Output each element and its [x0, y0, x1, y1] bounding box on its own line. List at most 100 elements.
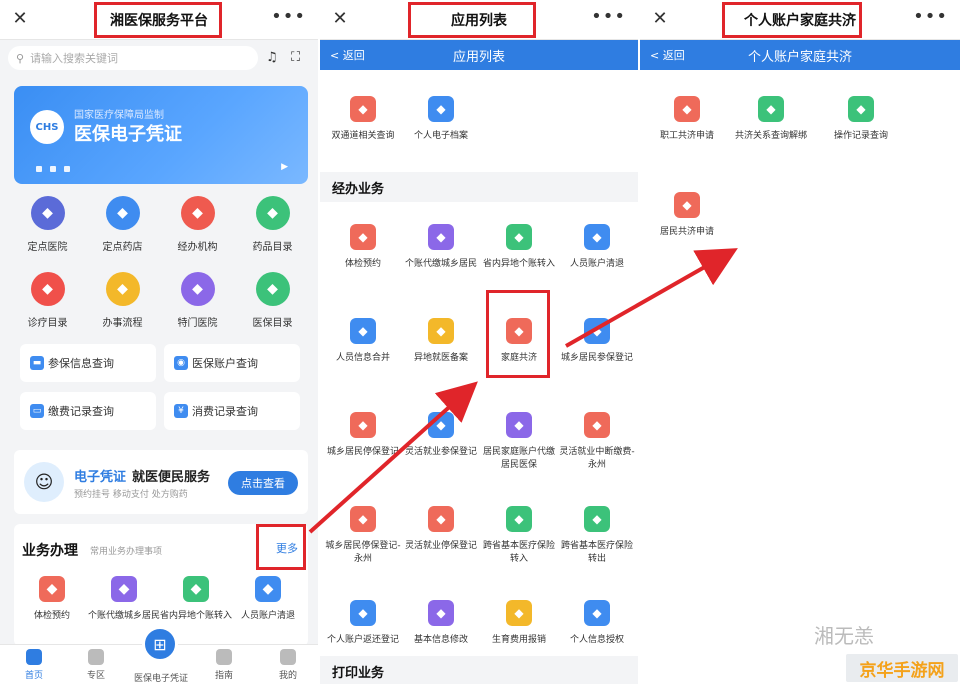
- app-label: 基本信息修改: [413, 635, 468, 645]
- nav-mine[interactable]: 我的: [258, 649, 318, 681]
- app-label: 个账代缴城乡居民: [404, 259, 477, 269]
- app-icon: ◆: [584, 600, 610, 626]
- nav-guide[interactable]: 指南: [194, 649, 254, 681]
- close-icon[interactable]: ✕: [10, 8, 30, 29]
- function-tile[interactable]: ◆ 共济关系查询解绑: [732, 76, 810, 166]
- quick-button-payment-records[interactable]: ▭ 缴费记录查询: [20, 392, 156, 430]
- view-button[interactable]: 点击查看: [228, 471, 298, 495]
- business-item-icon: ◆: [255, 576, 281, 602]
- business-item[interactable]: ◆ 体检预约: [16, 576, 88, 636]
- app-tile[interactable]: ◆ 省内异地个账转入: [480, 204, 558, 294]
- nav-bar: < 返回 应用列表: [320, 40, 638, 70]
- nav-e-voucher[interactable]: 医保电子凭证: [124, 671, 198, 684]
- search-input[interactable]: ⚲ 请输入搜索关键词: [8, 46, 258, 70]
- service-item[interactable]: ◆ 经办机构: [160, 196, 235, 262]
- service-item-label: 特门医院: [177, 318, 218, 329]
- close-icon[interactable]: ✕: [330, 8, 350, 29]
- special-hospital-icon: ◆: [180, 272, 215, 306]
- back-button[interactable]: < 返回: [650, 47, 685, 63]
- business-item[interactable]: ◆ 个账代缴城乡居民: [88, 576, 160, 636]
- bell-icon[interactable]: ♫: [266, 50, 278, 65]
- app-label: 城乡居民参保登记: [560, 353, 633, 363]
- service-item[interactable]: ◆ 特门医院: [160, 272, 235, 338]
- scan-icon[interactable]: ⛶: [291, 50, 300, 65]
- service-item[interactable]: ◆ 医保目录: [235, 272, 310, 338]
- app-tile[interactable]: ◆ 体检预约: [324, 204, 402, 294]
- app-label: 职工共济申请: [659, 131, 714, 141]
- quick-button-consumption-records[interactable]: ¥ 消费记录查询: [164, 392, 300, 430]
- highlight-title-1: [94, 2, 222, 38]
- app-tile[interactable]: ◆ 个账代缴城乡居民: [402, 204, 480, 294]
- service-grid: ◆ 定点医院 ◆ 定点药店 ◆ 经办机构 ◆ 药品目录 ◆ 诊疗目录 ◆ 办事流程 ◆ 特门医院 ◆ 医保目录: [10, 196, 310, 338]
- app-tile[interactable]: ◆ 双通道相关查询: [324, 76, 402, 166]
- function-tile[interactable]: ◆ 居民共济申请: [648, 172, 726, 262]
- quick-button-label: 参保信息查询: [48, 357, 114, 370]
- banner-title: 医保电子凭证: [74, 124, 182, 145]
- app-tile[interactable]: ◆ 居民家庭账户代缴居民医保: [480, 392, 558, 482]
- service-item-label: 经办机构: [177, 242, 218, 253]
- close-icon[interactable]: ✕: [650, 8, 670, 29]
- app-label: 跨省基本医疗保险转出: [560, 541, 633, 564]
- app-tile[interactable]: ◆ 灵活就业参保登记: [402, 392, 480, 482]
- app-label: 灵活就业停保登记: [404, 541, 477, 551]
- business-item[interactable]: ◆ 省内异地个账转入: [160, 576, 232, 636]
- zone-icon: [88, 649, 104, 665]
- service-item[interactable]: ◆ 定点医院: [10, 196, 85, 262]
- evc-description: 预约挂号 移动支付 处方购药: [74, 490, 188, 500]
- function-tile[interactable]: ◆ 职工共济申请: [648, 76, 726, 166]
- nav-zone[interactable]: 专区: [66, 649, 126, 681]
- business-item-label: 体检预约: [33, 611, 70, 621]
- app-label: 个人信息授权: [569, 635, 624, 645]
- app-tile[interactable]: ◆ 异地就医备案: [402, 298, 480, 388]
- app-label: 生育费用报销: [491, 635, 546, 645]
- function-tile[interactable]: ◆ 操作记录查询: [822, 76, 900, 166]
- evc-title: 电子凭证 就医便民服务: [74, 470, 211, 485]
- e-voucher-banner[interactable]: CHS 国家医疗保障局监制 医保电子凭证 ▶: [14, 86, 308, 184]
- service-item[interactable]: ◆ 药品目录: [235, 196, 310, 262]
- nav-home[interactable]: 首页: [4, 649, 64, 681]
- quick-button-label: 缴费记录查询: [48, 405, 114, 418]
- app-icon: ◆: [428, 224, 454, 250]
- quick-button-account-query[interactable]: ◉ 医保账户查询: [164, 344, 300, 382]
- service-item[interactable]: ◆ 诊疗目录: [10, 272, 85, 338]
- app-icon: ◆: [428, 412, 454, 438]
- app-tile[interactable]: ◆ 个人电子档案: [402, 76, 480, 166]
- business-item[interactable]: ◆ 人员账户清退: [232, 576, 304, 636]
- app-tile[interactable]: ◆ 跨省基本医疗保险转入: [480, 486, 558, 576]
- quick-button-insurance-info[interactable]: ▬ 参保信息查询: [20, 344, 156, 382]
- more-icon[interactable]: •••: [591, 6, 626, 27]
- nav-title: 个人账户家庭共济: [747, 49, 852, 65]
- app-tile[interactable]: ◆ 灵活就业停保登记: [402, 486, 480, 576]
- app-tile[interactable]: ◆ 灵活就业中断缴费-永州: [558, 392, 636, 482]
- app-label: 人员账户清退: [569, 259, 624, 269]
- app-label: 操作记录查询: [833, 131, 888, 141]
- service-item-label: 定点医院: [27, 242, 68, 253]
- app-tile[interactable]: ◆ 城乡居民停保登记: [324, 392, 402, 482]
- site-watermark: 京华手游网: [846, 654, 958, 682]
- back-button[interactable]: < 返回: [330, 47, 365, 63]
- app-label: 个人账户返还登记: [326, 635, 399, 645]
- more-icon[interactable]: •••: [913, 6, 948, 27]
- chevron-right-icon: ▶: [281, 162, 288, 172]
- panel-app-list: ✕ 应用列表 ••• < 返回 应用列表 ◆ 双通道相关查询 ◆ 个人电子档案 ◆ 体检预…: [320, 0, 638, 684]
- app-tile[interactable]: ◆ 人员信息合并: [324, 298, 402, 388]
- app-label: 个人电子档案: [413, 131, 468, 141]
- service-item-label: 办事流程: [102, 318, 143, 329]
- more-icon[interactable]: •••: [271, 6, 306, 27]
- pharmacy-icon: ◆: [105, 196, 140, 230]
- app-label: 居民家庭账户代缴居民医保: [482, 447, 555, 470]
- guide-icon: [216, 649, 232, 665]
- treatment-icon: ◆: [30, 272, 65, 306]
- service-item[interactable]: ◆ 定点药店: [85, 196, 160, 262]
- app-tile[interactable]: ◆ 人员账户清退: [558, 204, 636, 294]
- app-tile[interactable]: ◆ 城乡居民停保登记-永州: [324, 486, 402, 576]
- service-item[interactable]: ◆ 办事流程: [85, 272, 160, 338]
- info-icon: ▬: [30, 356, 44, 370]
- qr-code-icon[interactable]: ⊞: [142, 626, 178, 662]
- app-label: 体检预约: [344, 259, 381, 269]
- app-label: 灵活就业中断缴费-永州: [559, 447, 635, 470]
- e-voucher-card: ☺ 电子凭证 就医便民服务 预约挂号 移动支付 处方购药 点击查看: [14, 450, 308, 514]
- app-tile[interactable]: ◆ 跨省基本医疗保险转出: [558, 486, 636, 576]
- app-tile[interactable]: ◆ 城乡居民参保登记: [558, 298, 636, 388]
- screenshot-root: ✕ 湘医保服务平台 ••• ⚲ 请输入搜索关键词 ♫ ⛶ CHS 国家医疗保障局…: [0, 0, 960, 684]
